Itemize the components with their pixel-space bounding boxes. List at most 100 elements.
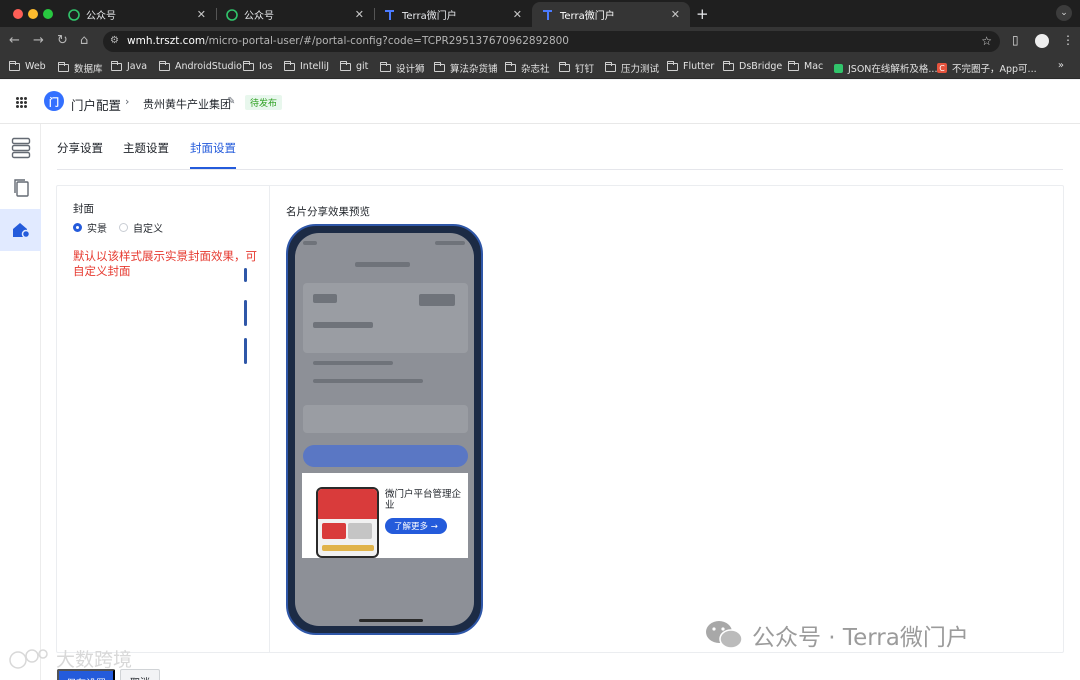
bookmark-label: Flutter (683, 61, 715, 72)
browser-tab-strip: 公众号 ✕ 公众号 ✕ Terra微门户 ✕ Terra微门户 ✕ + ⌄ (0, 0, 1080, 27)
close-tab-icon[interactable]: ✕ (355, 8, 364, 21)
bookmark-label: 不完圈子，App可... (952, 64, 1037, 75)
bookmark-item[interactable]: DsBridge (723, 60, 783, 72)
radio-label: 实景 (87, 224, 107, 235)
thumbnail-icons-row (322, 545, 374, 551)
side-panel-icon[interactable]: ▯ (1012, 33, 1019, 47)
bookmark-item[interactable]: JSON在线解析及格... (834, 61, 937, 75)
bookmark-label: 压力测试 (621, 64, 660, 75)
back-arrow-icon[interactable]: ← (9, 33, 20, 48)
bookmark-item[interactable]: Flutter (667, 60, 715, 72)
home-icon[interactable]: ⌂ (80, 33, 88, 48)
maximize-window-button[interactable] (43, 9, 53, 19)
folder-icon (9, 60, 20, 71)
radio-unchecked-icon (119, 223, 128, 232)
bookmark-label: 杂志社 (521, 64, 550, 75)
close-tab-icon[interactable]: ✕ (197, 8, 206, 21)
profile-avatar-icon[interactable] (1035, 34, 1049, 48)
active-tab-indicator (190, 167, 236, 169)
terra-logo-icon (542, 9, 554, 21)
minimize-window-button[interactable] (28, 9, 38, 19)
status-badge: 待发布 (245, 95, 283, 110)
tab-share-settings[interactable]: 分享设置 (57, 140, 103, 156)
app-launcher-grid-icon[interactable] (16, 97, 27, 108)
blurred-company-logo (419, 294, 455, 306)
bookmark-item[interactable]: 压力测试 (605, 61, 659, 75)
bookmark-item[interactable]: 钉钉 (559, 61, 594, 75)
address-bar[interactable]: ⚙ wmh.trszt.com/micro-portal-user/#/port… (103, 31, 1000, 52)
bookmark-label: AndroidStudio (175, 61, 242, 72)
blurred-nav-title (355, 262, 410, 267)
radio-custom[interactable]: 自定义 (119, 220, 163, 235)
new-tab-icon[interactable]: + (696, 5, 709, 23)
csdn-c-icon: C (937, 63, 947, 73)
url-path: /micro-portal-user/#/portal-config?code=… (205, 35, 569, 47)
bookmark-item[interactable]: 数据库 (58, 61, 103, 75)
bookmark-star-icon[interactable]: ☆ (981, 34, 992, 48)
blurred-status-time (303, 241, 317, 245)
stacked-layers-icon (11, 137, 30, 159)
close-tab-icon[interactable]: ✕ (671, 8, 680, 21)
wechat-logo-icon (706, 621, 743, 649)
browser-tab-4-active[interactable]: Terra微门户 ✕ (532, 2, 690, 27)
bookmark-item[interactable]: AndroidStudio (159, 60, 242, 72)
tab-theme-settings[interactable]: 主题设置 (123, 140, 169, 156)
reload-icon[interactable]: ↻ (57, 33, 68, 48)
cover-field-label: 封面 (73, 203, 94, 215)
menu-kebab-icon[interactable]: ⋮ (1062, 33, 1074, 47)
forward-arrow-icon[interactable]: → (33, 33, 44, 48)
bookmark-item[interactable]: IntelliJ (284, 60, 330, 72)
bookmark-label: Web (25, 61, 46, 72)
bookmark-item[interactable]: 设计狮 (380, 61, 425, 75)
bookmark-label: DsBridge (739, 61, 783, 72)
bookmark-item[interactable]: Web (9, 60, 46, 72)
phone-home-indicator (359, 619, 423, 622)
rail-item-pages[interactable] (0, 167, 41, 209)
corner-watermark: 大数跨境 (8, 645, 132, 672)
blurred-phone-number (313, 322, 373, 328)
cover-options-column: 封面 实景 自定义 默认以该样式展示实景封面效果，可自定义封面 (57, 186, 270, 652)
app-header: 门 门户配置 › 贵州黄牛产业集团 ✎ 待发布 (0, 80, 1080, 124)
phone-side-button (244, 268, 247, 282)
bookmarks-overflow-icon[interactable]: » (1058, 60, 1064, 71)
bookmark-item[interactable]: git (340, 60, 369, 72)
folder-icon (788, 60, 799, 71)
bookmark-item[interactable]: 杂志社 (505, 61, 550, 75)
learn-more-button[interactable]: 了解更多 → (385, 518, 447, 534)
bookmark-item[interactable]: Ios (243, 60, 273, 72)
bookmark-label: Ios (259, 61, 273, 72)
share-preview-card: 微门户平台管理企业 了解更多 → (302, 473, 468, 558)
cover-settings-panel: 封面 实景 自定义 默认以该样式展示实景封面效果，可自定义封面 名片分享效果预览 (56, 185, 1064, 653)
portal-logo-icon: 门 (44, 91, 64, 111)
bookmark-item[interactable]: C 不完圈子，App可... (937, 61, 1037, 75)
folder-icon (505, 62, 516, 72)
browser-tab-2[interactable]: 公众号 ✕ (216, 2, 374, 27)
bookmark-label: git (356, 61, 369, 72)
wechat-icon (226, 8, 238, 21)
chevron-down-icon[interactable]: ⌄ (1056, 5, 1072, 21)
bookmark-item[interactable]: Mac (788, 60, 823, 72)
bookmark-item[interactable]: 算法杂货铺 (434, 61, 498, 75)
browser-tab-1[interactable]: 公众号 ✕ (58, 2, 216, 27)
bookmark-label: IntelliJ (300, 61, 330, 72)
phone-preview-screen: 微门户平台管理企业 了解更多 → (295, 233, 474, 626)
site-settings-icon[interactable]: ⚙ (110, 35, 119, 46)
bookmark-item[interactable]: Java (111, 60, 147, 72)
tab-cover-settings[interactable]: 封面设置 (190, 140, 236, 156)
tab-title: Terra微门户 (560, 11, 615, 22)
rail-item-cover[interactable] (0, 209, 41, 251)
radio-label: 自定义 (133, 224, 163, 235)
close-tab-icon[interactable]: ✕ (513, 8, 522, 21)
browser-tab-3[interactable]: Terra微门户 ✕ (374, 2, 532, 27)
phone-side-button (244, 300, 247, 326)
radio-real-scene[interactable]: 实景 (73, 220, 107, 235)
preview-title: 名片分享效果预览 (286, 206, 370, 218)
tab-title: Terra微门户 (402, 11, 457, 22)
blurred-company-line (313, 361, 393, 365)
rail-item-layout[interactable] (0, 127, 41, 169)
folder-icon (284, 60, 295, 71)
folder-icon (723, 60, 734, 71)
close-window-button[interactable] (13, 9, 23, 19)
edit-pencil-icon[interactable]: ✎ (227, 96, 235, 107)
folder-icon (340, 60, 351, 71)
